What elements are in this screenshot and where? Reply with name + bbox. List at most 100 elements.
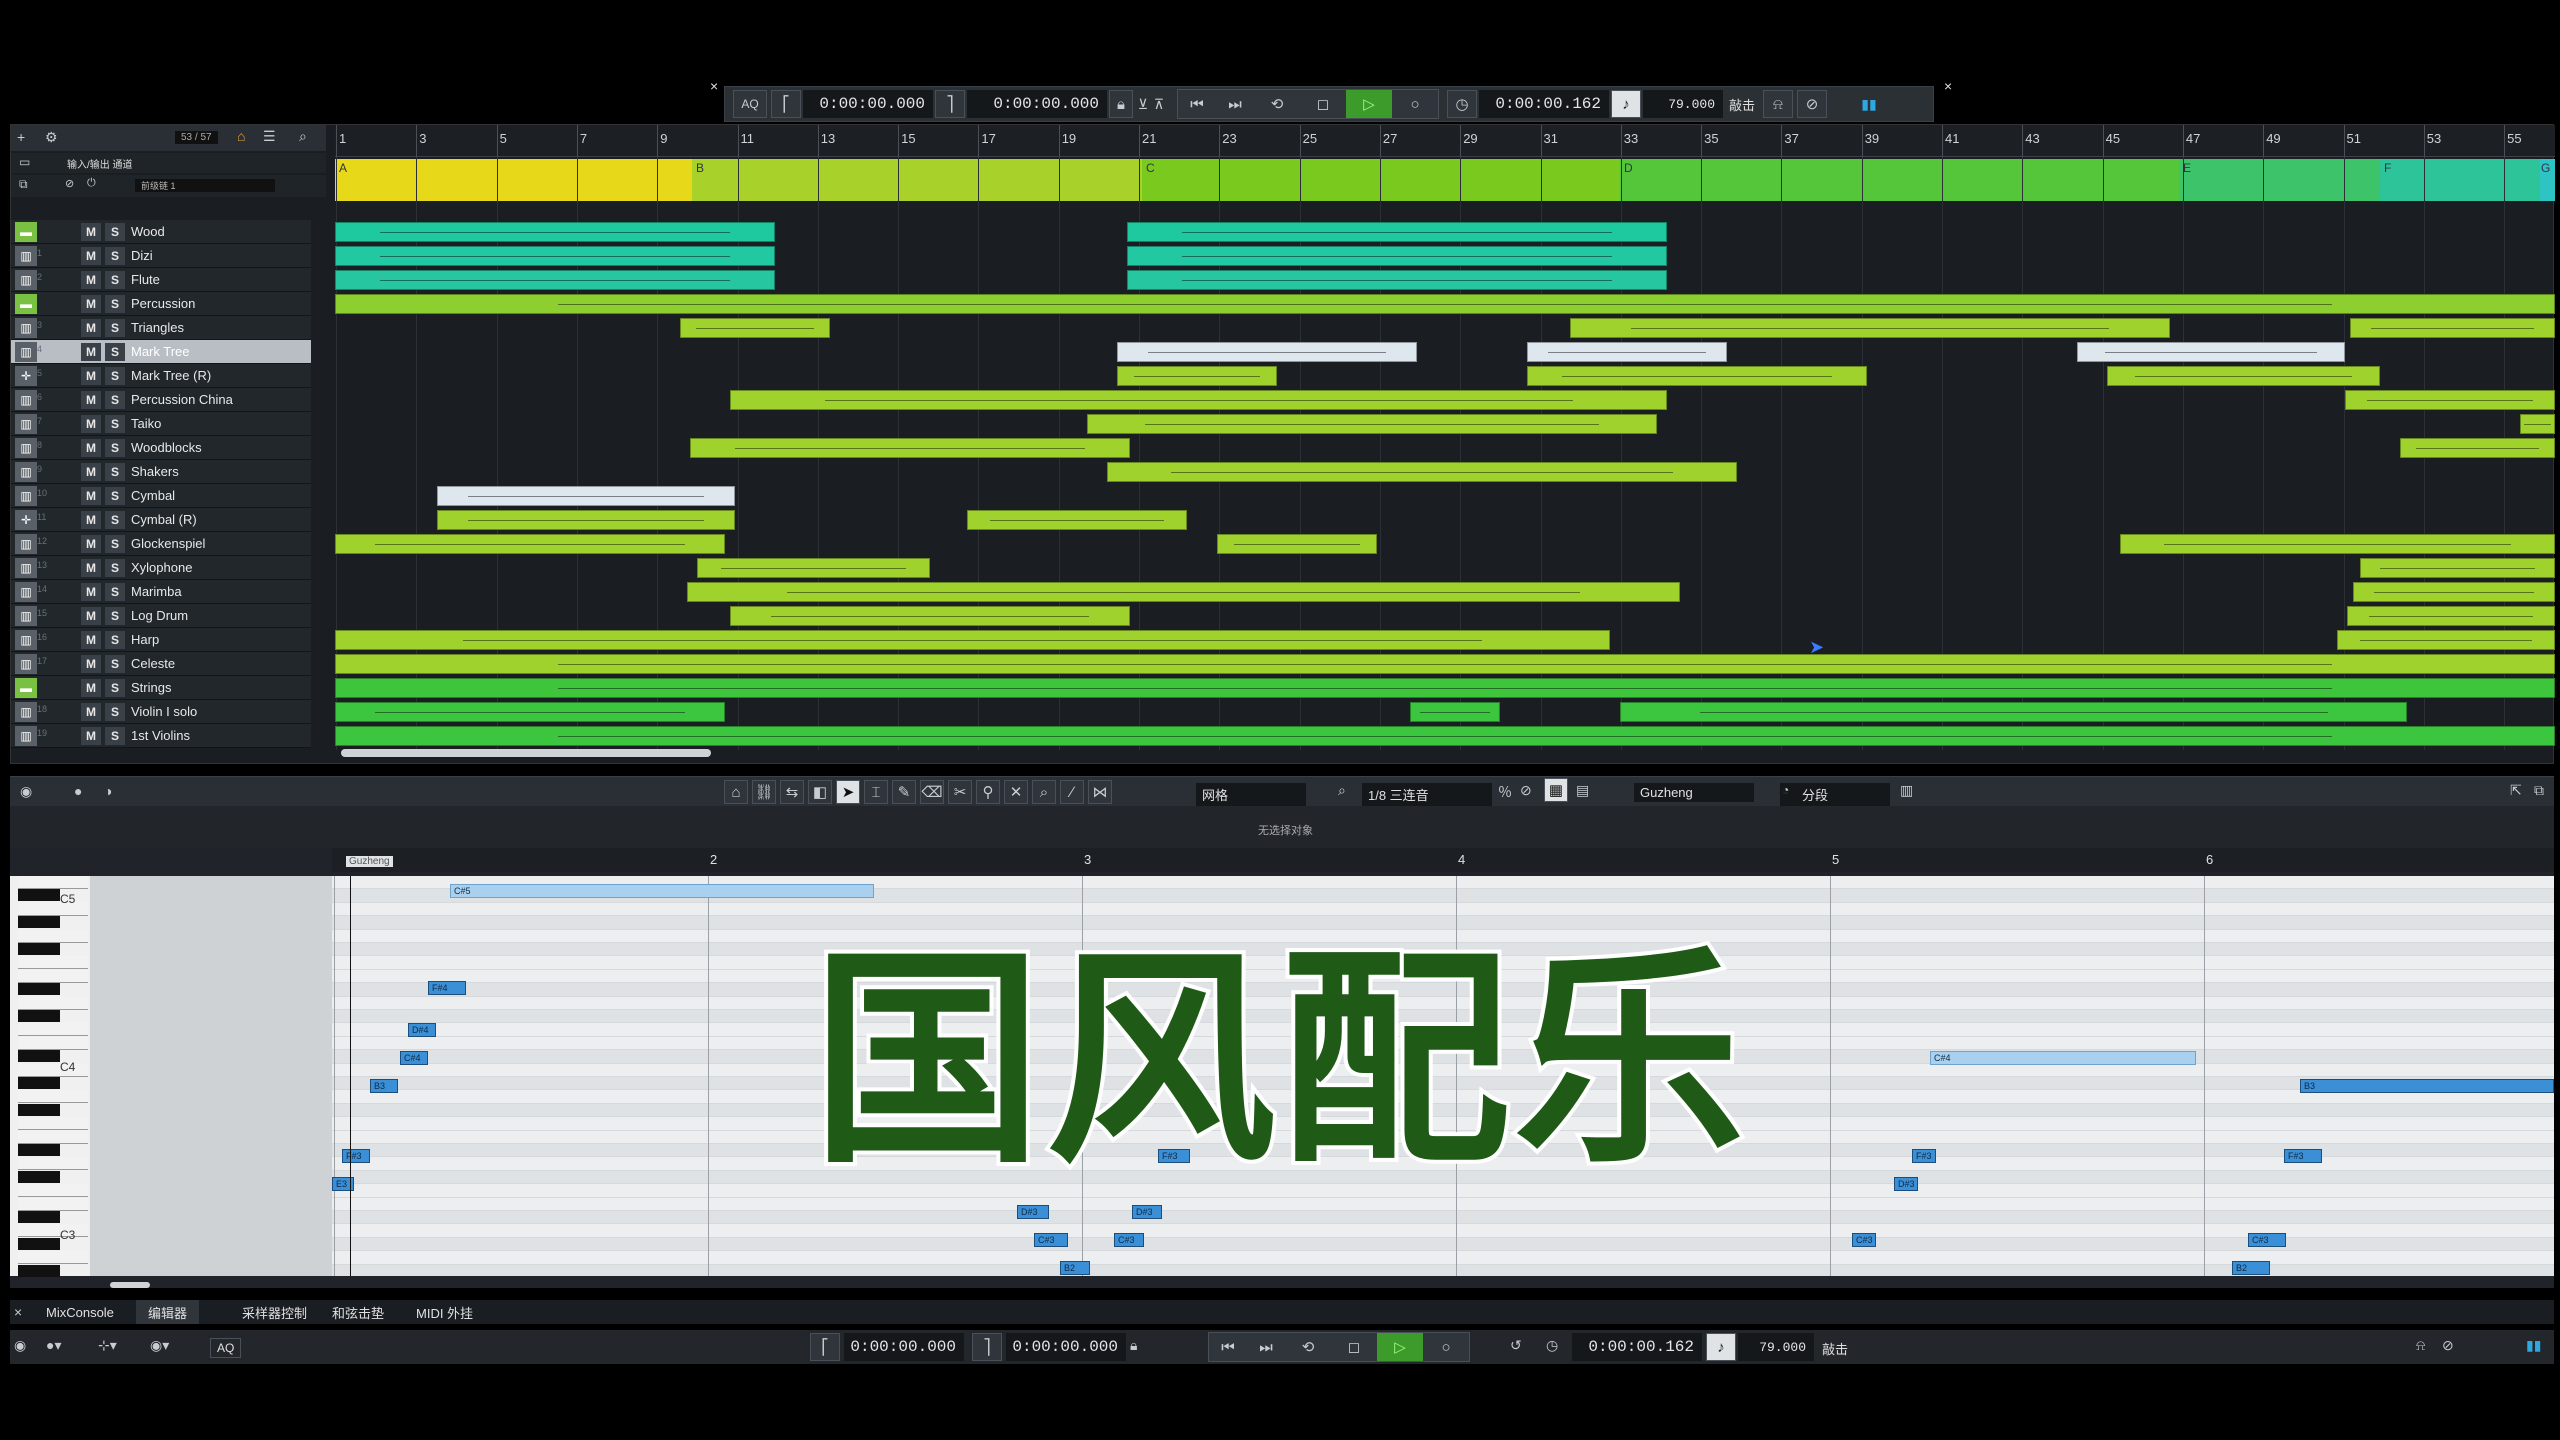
track-lane[interactable]	[335, 220, 2555, 244]
white-key[interactable]	[18, 1251, 88, 1265]
bottom-metronome-icon[interactable]: ♪	[1706, 1333, 1736, 1361]
position-display[interactable]: 0:00:00.162	[1479, 90, 1609, 118]
midi-part[interactable]	[1217, 534, 1377, 554]
bottom-cycle-icon[interactable]: ⟲	[1285, 1333, 1331, 1361]
right-locator-display[interactable]: 0:00:00.000	[967, 90, 1107, 118]
midi-part[interactable]	[1527, 366, 1867, 386]
white-key[interactable]	[18, 902, 88, 916]
arranger-section[interactable]: E	[2179, 159, 2380, 201]
bottom-sync-icon[interactable]: ⊘	[2442, 1337, 2454, 1354]
white-key[interactable]	[18, 956, 88, 970]
cycle-icon[interactable]: ⟲	[1254, 90, 1300, 118]
punch-in-icon[interactable]: ⊻	[1135, 96, 1151, 113]
midi-part[interactable]	[1127, 246, 1667, 266]
track-lane[interactable]	[335, 580, 2555, 604]
track-lane[interactable]	[335, 724, 2555, 748]
black-key[interactable]	[18, 1144, 60, 1156]
draw-tool-icon[interactable]: ✎	[892, 780, 916, 804]
white-key[interactable]	[18, 1157, 88, 1171]
midi-note[interactable]: B2	[1060, 1261, 1090, 1275]
midi-part[interactable]	[335, 630, 1610, 650]
midi-part[interactable]	[335, 726, 2555, 746]
white-key[interactable]	[18, 1063, 88, 1077]
tempo-display[interactable]: 79.000	[1643, 90, 1723, 118]
percent-icon[interactable]: ％	[1498, 782, 1512, 802]
midi-note[interactable]: B3	[2300, 1079, 2554, 1093]
white-key[interactable]	[18, 1117, 88, 1131]
midi-part[interactable]	[687, 582, 1680, 602]
white-key[interactable]	[18, 1224, 88, 1238]
midi-part[interactable]	[730, 390, 1667, 410]
add-track-icon[interactable]: +	[17, 129, 25, 145]
editor-settings-icon[interactable]: ◉	[20, 783, 32, 800]
track-lane[interactable]	[335, 556, 2555, 580]
color-scheme-icon[interactable]: ▤	[1576, 782, 1589, 799]
bottom-record-icon[interactable]: ○	[1423, 1333, 1469, 1361]
track-lane[interactable]	[335, 652, 2555, 676]
go-to-start-icon[interactable]: ⏮︎	[1178, 90, 1216, 118]
stop-icon[interactable]: ◻	[1300, 90, 1346, 118]
black-key[interactable]	[18, 889, 60, 902]
midi-part[interactable]	[335, 246, 775, 266]
track-lane[interactable]	[335, 292, 2555, 316]
metronome-icon[interactable]: ♪	[1611, 90, 1641, 118]
midi-note[interactable]: B3	[370, 1079, 398, 1093]
arranger-section[interactable]: D	[1620, 159, 2179, 201]
track-lane[interactable]	[335, 316, 2555, 340]
quantize-select[interactable]: 1/8 三连音	[1362, 783, 1492, 806]
black-key[interactable]	[18, 916, 60, 929]
track-lane[interactable]	[335, 364, 2555, 388]
black-key[interactable]	[18, 1264, 60, 1277]
bottom-right-locator-icon[interactable]: ⎤	[972, 1333, 1002, 1361]
midi-note[interactable]: F#4	[428, 981, 466, 995]
midi-note[interactable]: C#3	[1034, 1233, 1068, 1247]
close-transport-right-icon[interactable]: ×	[1944, 78, 1952, 94]
midi-part[interactable]	[2520, 414, 2555, 434]
track-lane[interactable]	[335, 244, 2555, 268]
grid-type-select[interactable]: 网格	[1196, 783, 1306, 806]
zone-tab[interactable]: 编辑器	[136, 1300, 200, 1324]
track-lane[interactable]	[335, 340, 2555, 364]
power-icon[interactable]: ⏻	[87, 177, 96, 190]
bottom-click-icon[interactable]: ⍾	[2416, 1337, 2425, 1354]
midi-part[interactable]	[2400, 438, 2555, 458]
zone-tab[interactable]: 和弦击垫	[320, 1300, 396, 1324]
black-key[interactable]	[18, 1077, 60, 1089]
track-lane[interactable]	[335, 436, 2555, 460]
bottom-settings-icon[interactable]: ◉	[14, 1337, 26, 1354]
quantize-apply-icon[interactable]: ⊘	[1520, 782, 1532, 799]
sync-icon[interactable]: ⊘	[1797, 90, 1828, 118]
bottom-play-icon[interactable]: ▷	[1377, 1333, 1423, 1361]
bottom-stop-icon[interactable]: ◻	[1331, 1333, 1377, 1361]
white-key[interactable]	[18, 969, 88, 983]
bottom-left-locator-icon[interactable]: ⎡	[810, 1333, 840, 1361]
range-tool-icon[interactable]: ⌶	[864, 780, 888, 804]
midi-note[interactable]: D#3	[1017, 1205, 1049, 1219]
midi-part[interactable]	[1570, 318, 2170, 338]
midi-note[interactable]: C#4	[400, 1051, 428, 1065]
midi-part[interactable]	[2337, 630, 2555, 650]
grid-display-icon[interactable]: ▦	[1544, 778, 1568, 802]
bottom-tempo-display[interactable]: 79.000	[1738, 1333, 1814, 1361]
track-lane[interactable]	[335, 268, 2555, 292]
horizontal-scrollbar[interactable]	[341, 749, 711, 757]
zone-tab[interactable]: MixConsole	[34, 1300, 126, 1324]
midi-part[interactable]	[1117, 366, 1277, 386]
midi-note[interactable]: F#3	[342, 1149, 370, 1163]
playhead[interactable]	[350, 876, 351, 1276]
black-key[interactable]	[18, 1050, 60, 1063]
zoom-tool-icon[interactable]: ⌕	[1032, 780, 1056, 804]
midi-part[interactable]	[437, 510, 735, 530]
time-format-icon[interactable]: ◷	[1447, 90, 1477, 118]
arranger-section[interactable]: C	[1142, 159, 1620, 201]
midi-part[interactable]	[1127, 270, 1667, 290]
black-key[interactable]	[18, 1211, 60, 1223]
bottom-left-locator[interactable]: 0:00:00.000	[844, 1333, 964, 1361]
track-lane[interactable]	[335, 484, 2555, 508]
open-window-icon[interactable]: ⇱	[2510, 782, 2522, 799]
midi-note[interactable]: D#3	[1132, 1205, 1162, 1219]
midi-part[interactable]	[1620, 702, 2407, 722]
midi-part[interactable]	[1410, 702, 1500, 722]
bottom-end-icon[interactable]: ⏭︎	[1247, 1333, 1285, 1361]
left-locator-icon[interactable]: ⎡	[771, 90, 801, 118]
